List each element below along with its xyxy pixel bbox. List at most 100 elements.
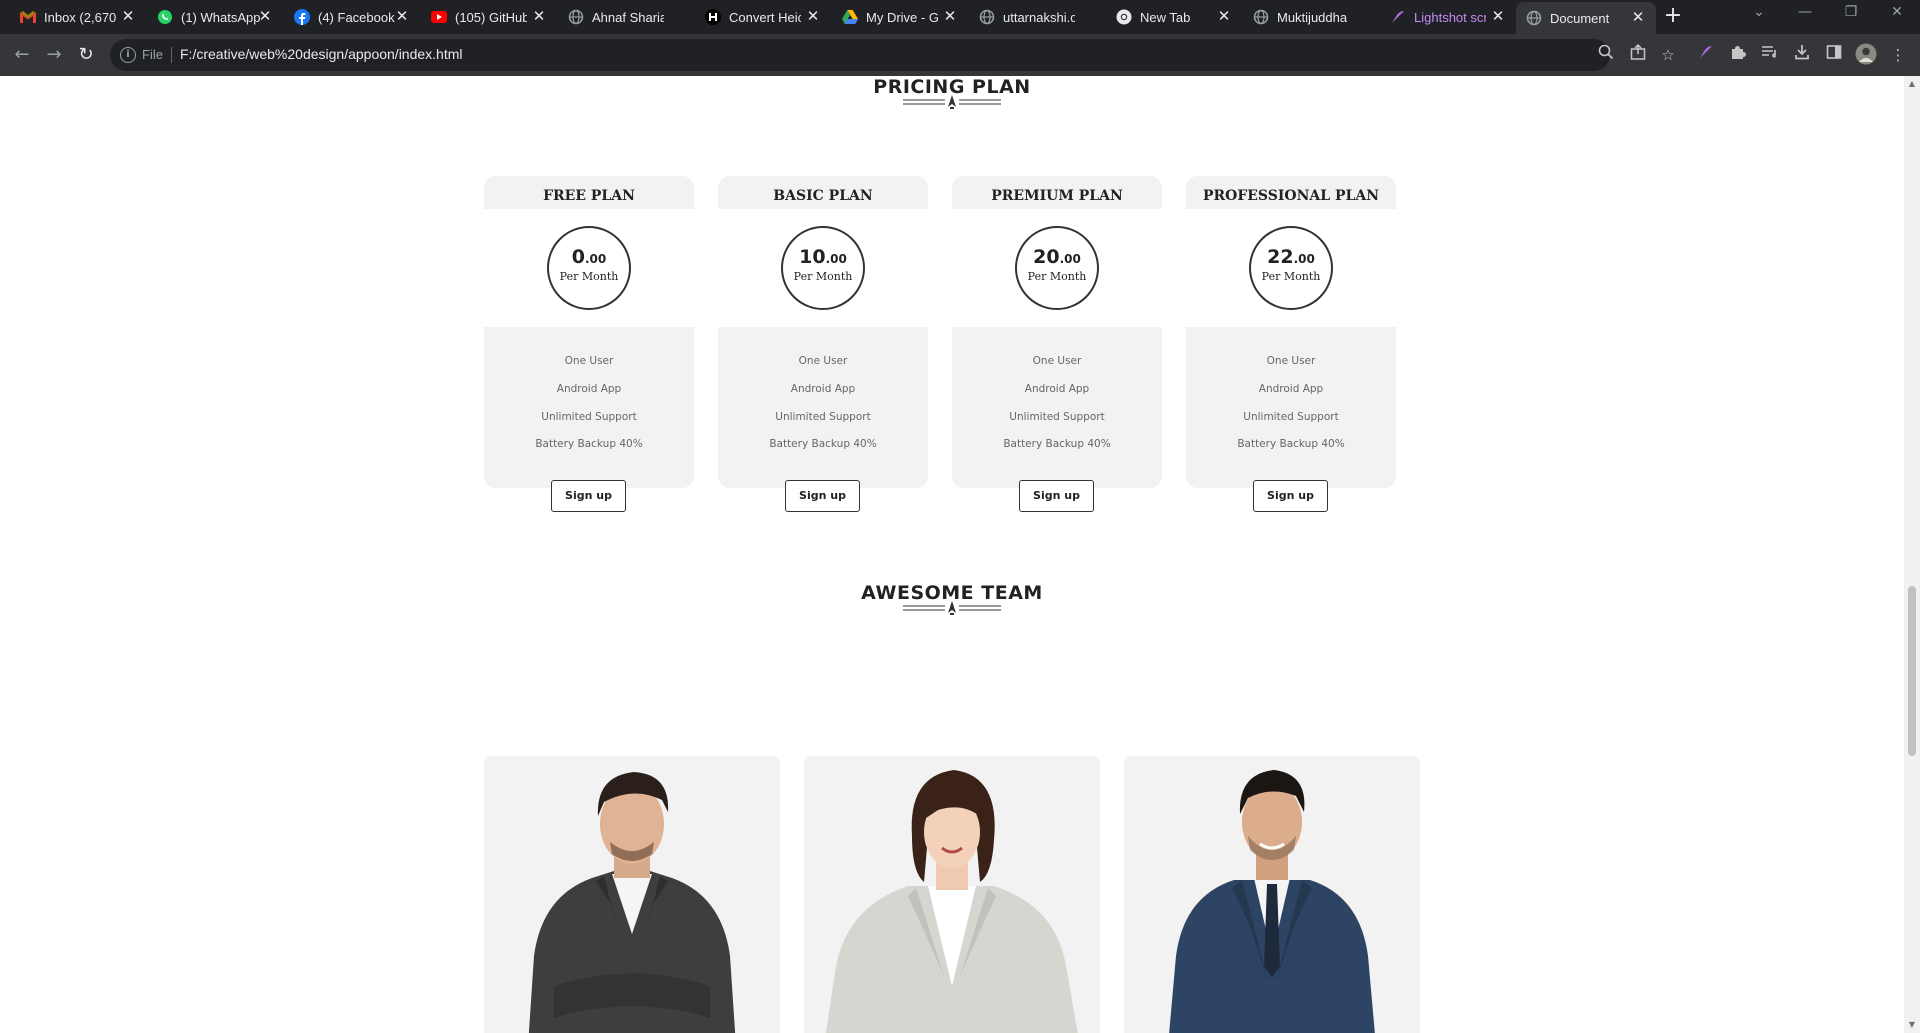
forward-arrow-icon[interactable]: → (42, 43, 66, 67)
tab-gmail[interactable]: Inbox (2,670) ✕ (20, 2, 136, 32)
close-icon[interactable]: ✕ (257, 9, 273, 25)
price-period: Per Month (559, 270, 619, 283)
signup-button-free[interactable]: Sign up (551, 480, 626, 512)
signup-button-premium[interactable]: Sign up (1019, 480, 1094, 512)
close-icon[interactable]: ✕ (1216, 9, 1232, 25)
media-queue-icon[interactable] (1758, 43, 1782, 67)
plan-name: BASIC PLAN (773, 188, 873, 204)
minimize-icon[interactable]: — (1790, 4, 1820, 20)
scroll-up-arrow-icon[interactable]: ▲ (1908, 80, 1916, 88)
scrollbar-thumb[interactable] (1908, 586, 1916, 756)
price-period: Per Month (793, 270, 853, 283)
tab-title: Lightshot scre (1414, 9, 1486, 25)
tab-whatsapp[interactable]: (1) WhatsApp ✕ (157, 2, 273, 32)
chrome-icon (1116, 9, 1132, 25)
url-text[interactable]: F:/creative/web%20design/appoon/index.ht… (180, 46, 463, 62)
close-icon[interactable]: ✕ (942, 9, 958, 25)
price-circle: 0.00 Per Month (547, 226, 631, 310)
plan-price-area: 10.00 Per Month (718, 209, 928, 327)
extensions-puzzle-icon[interactable] (1726, 43, 1750, 67)
side-panel-icon[interactable] (1822, 43, 1846, 67)
tab-facebook[interactable]: (4) Facebook ✕ (294, 2, 410, 32)
plan-card-professional: PROFESSIONAL PLAN 22.00 Per Month One Us… (1186, 176, 1396, 488)
plan-feature: Unlimited Support (775, 411, 871, 423)
profile-avatar-icon[interactable] (1854, 43, 1878, 67)
lightshot-feather-icon[interactable] (1694, 43, 1718, 67)
price-circle: 22.00 Per Month (1249, 226, 1333, 310)
price-amount: 10.00 (783, 246, 863, 268)
tab-title: (1) WhatsApp (181, 9, 261, 25)
tab-convert-heic[interactable]: Convert Heic ✕ (705, 2, 821, 32)
close-icon[interactable]: ✕ (531, 9, 547, 25)
bookmark-star-icon[interactable]: ☆ (1656, 43, 1680, 67)
signup-button-basic[interactable]: Sign up (785, 480, 860, 512)
plan-feature: Android App (1258, 383, 1324, 395)
plan-feature: Battery Backup 40% (769, 438, 877, 450)
back-arrow-icon[interactable]: ← (10, 43, 34, 67)
tab-title: My Drive - Go (866, 9, 938, 25)
globe-icon (568, 9, 584, 25)
facebook-icon (294, 9, 310, 25)
plan-card-basic: BASIC PLAN 10.00 Per Month One User Andr… (718, 176, 928, 488)
tab-github[interactable]: (105) GitHub ✕ (431, 2, 547, 32)
globe-icon (1253, 9, 1269, 25)
tab-google-drive[interactable]: My Drive - Go ✕ (842, 2, 958, 32)
close-icon[interactable]: ✕ (805, 9, 821, 25)
globe-icon (979, 9, 995, 25)
window-close-icon[interactable]: ✕ (1882, 4, 1912, 20)
close-icon[interactable]: ✕ (394, 9, 410, 25)
share-icon[interactable] (1626, 43, 1650, 67)
tab-document-active[interactable]: Document ✕ (1516, 2, 1656, 34)
tab-title: (105) GitHub (455, 9, 527, 25)
close-icon[interactable]: ✕ (120, 9, 136, 25)
plan-feature: Android App (1024, 383, 1090, 395)
tab-title: Ahnaf Shariar (592, 9, 664, 25)
signup-button-professional[interactable]: Sign up (1253, 480, 1328, 512)
tab-title: Convert Heic (729, 9, 801, 25)
close-icon[interactable]: ✕ (1490, 9, 1506, 25)
menu-kebab-icon[interactable]: ⋮ (1886, 43, 1910, 67)
close-icon[interactable]: ✕ (1630, 10, 1646, 26)
tab-lightshot[interactable]: Lightshot scre ✕ (1390, 2, 1506, 32)
price-amount: 20.00 (1017, 246, 1097, 268)
title-divider-ornament-icon (903, 601, 1001, 615)
restore-icon[interactable]: ❐ (1836, 4, 1866, 20)
browser-toolbar: ← → ↻ i File F:/creative/web%20design/ap… (0, 34, 1920, 76)
price-circle: 10.00 Per Month (781, 226, 865, 310)
google-drive-icon (842, 9, 858, 25)
team-member-card (804, 756, 1100, 1033)
feather-icon (1390, 9, 1406, 25)
price-decimal: .00 (1293, 252, 1315, 266)
price-circle: 20.00 Per Month (1015, 226, 1099, 310)
new-tab-plus-icon[interactable]: + (1662, 5, 1684, 28)
tab-muktijuddha[interactable]: Muktijuddha (1253, 2, 1369, 32)
tab-title: (4) Facebook (318, 9, 395, 25)
omnibox-divider (171, 47, 172, 63)
plan-price-area: 20.00 Per Month (952, 209, 1162, 327)
address-bar[interactable]: i File F:/creative/web%20design/appoon/i… (110, 39, 1675, 71)
plan-name: PROFESSIONAL PLAN (1202, 188, 1380, 204)
plan-feature: Battery Backup 40% (535, 438, 643, 450)
scroll-down-arrow-icon[interactable]: ▼ (1908, 1021, 1916, 1029)
tab-uttarnakshi[interactable]: uttarnakshi.co (979, 2, 1095, 32)
plan-feature: Android App (790, 383, 856, 395)
plan-feature: Unlimited Support (1243, 411, 1339, 423)
info-icon[interactable]: i (120, 47, 136, 63)
tab-search-chevron-icon[interactable]: ⌄ (1744, 4, 1774, 20)
page-scrollbar[interactable]: ▲ ▼ (1904, 76, 1920, 1033)
price-period: Per Month (1261, 270, 1321, 283)
plan-feature: Unlimited Support (541, 411, 637, 423)
price-amount: 0.00 (549, 246, 629, 268)
tab-new-tab[interactable]: New Tab ✕ (1116, 2, 1232, 32)
download-icon[interactable] (1790, 43, 1814, 67)
reload-icon[interactable]: ↻ (74, 43, 98, 67)
price-decimal: .00 (825, 252, 847, 266)
team-member-card (1124, 756, 1420, 1033)
tab-title: Document (1550, 10, 1610, 26)
tab-ahnaf[interactable]: Ahnaf Shariar (568, 2, 684, 32)
zoom-icon[interactable] (1594, 43, 1618, 67)
tab-title: New Tab (1140, 9, 1191, 25)
plan-name: FREE PLAN (543, 188, 635, 204)
plan-card-premium: PREMIUM PLAN 20.00 Per Month One User An… (952, 176, 1162, 488)
price-period: Per Month (1027, 270, 1087, 283)
